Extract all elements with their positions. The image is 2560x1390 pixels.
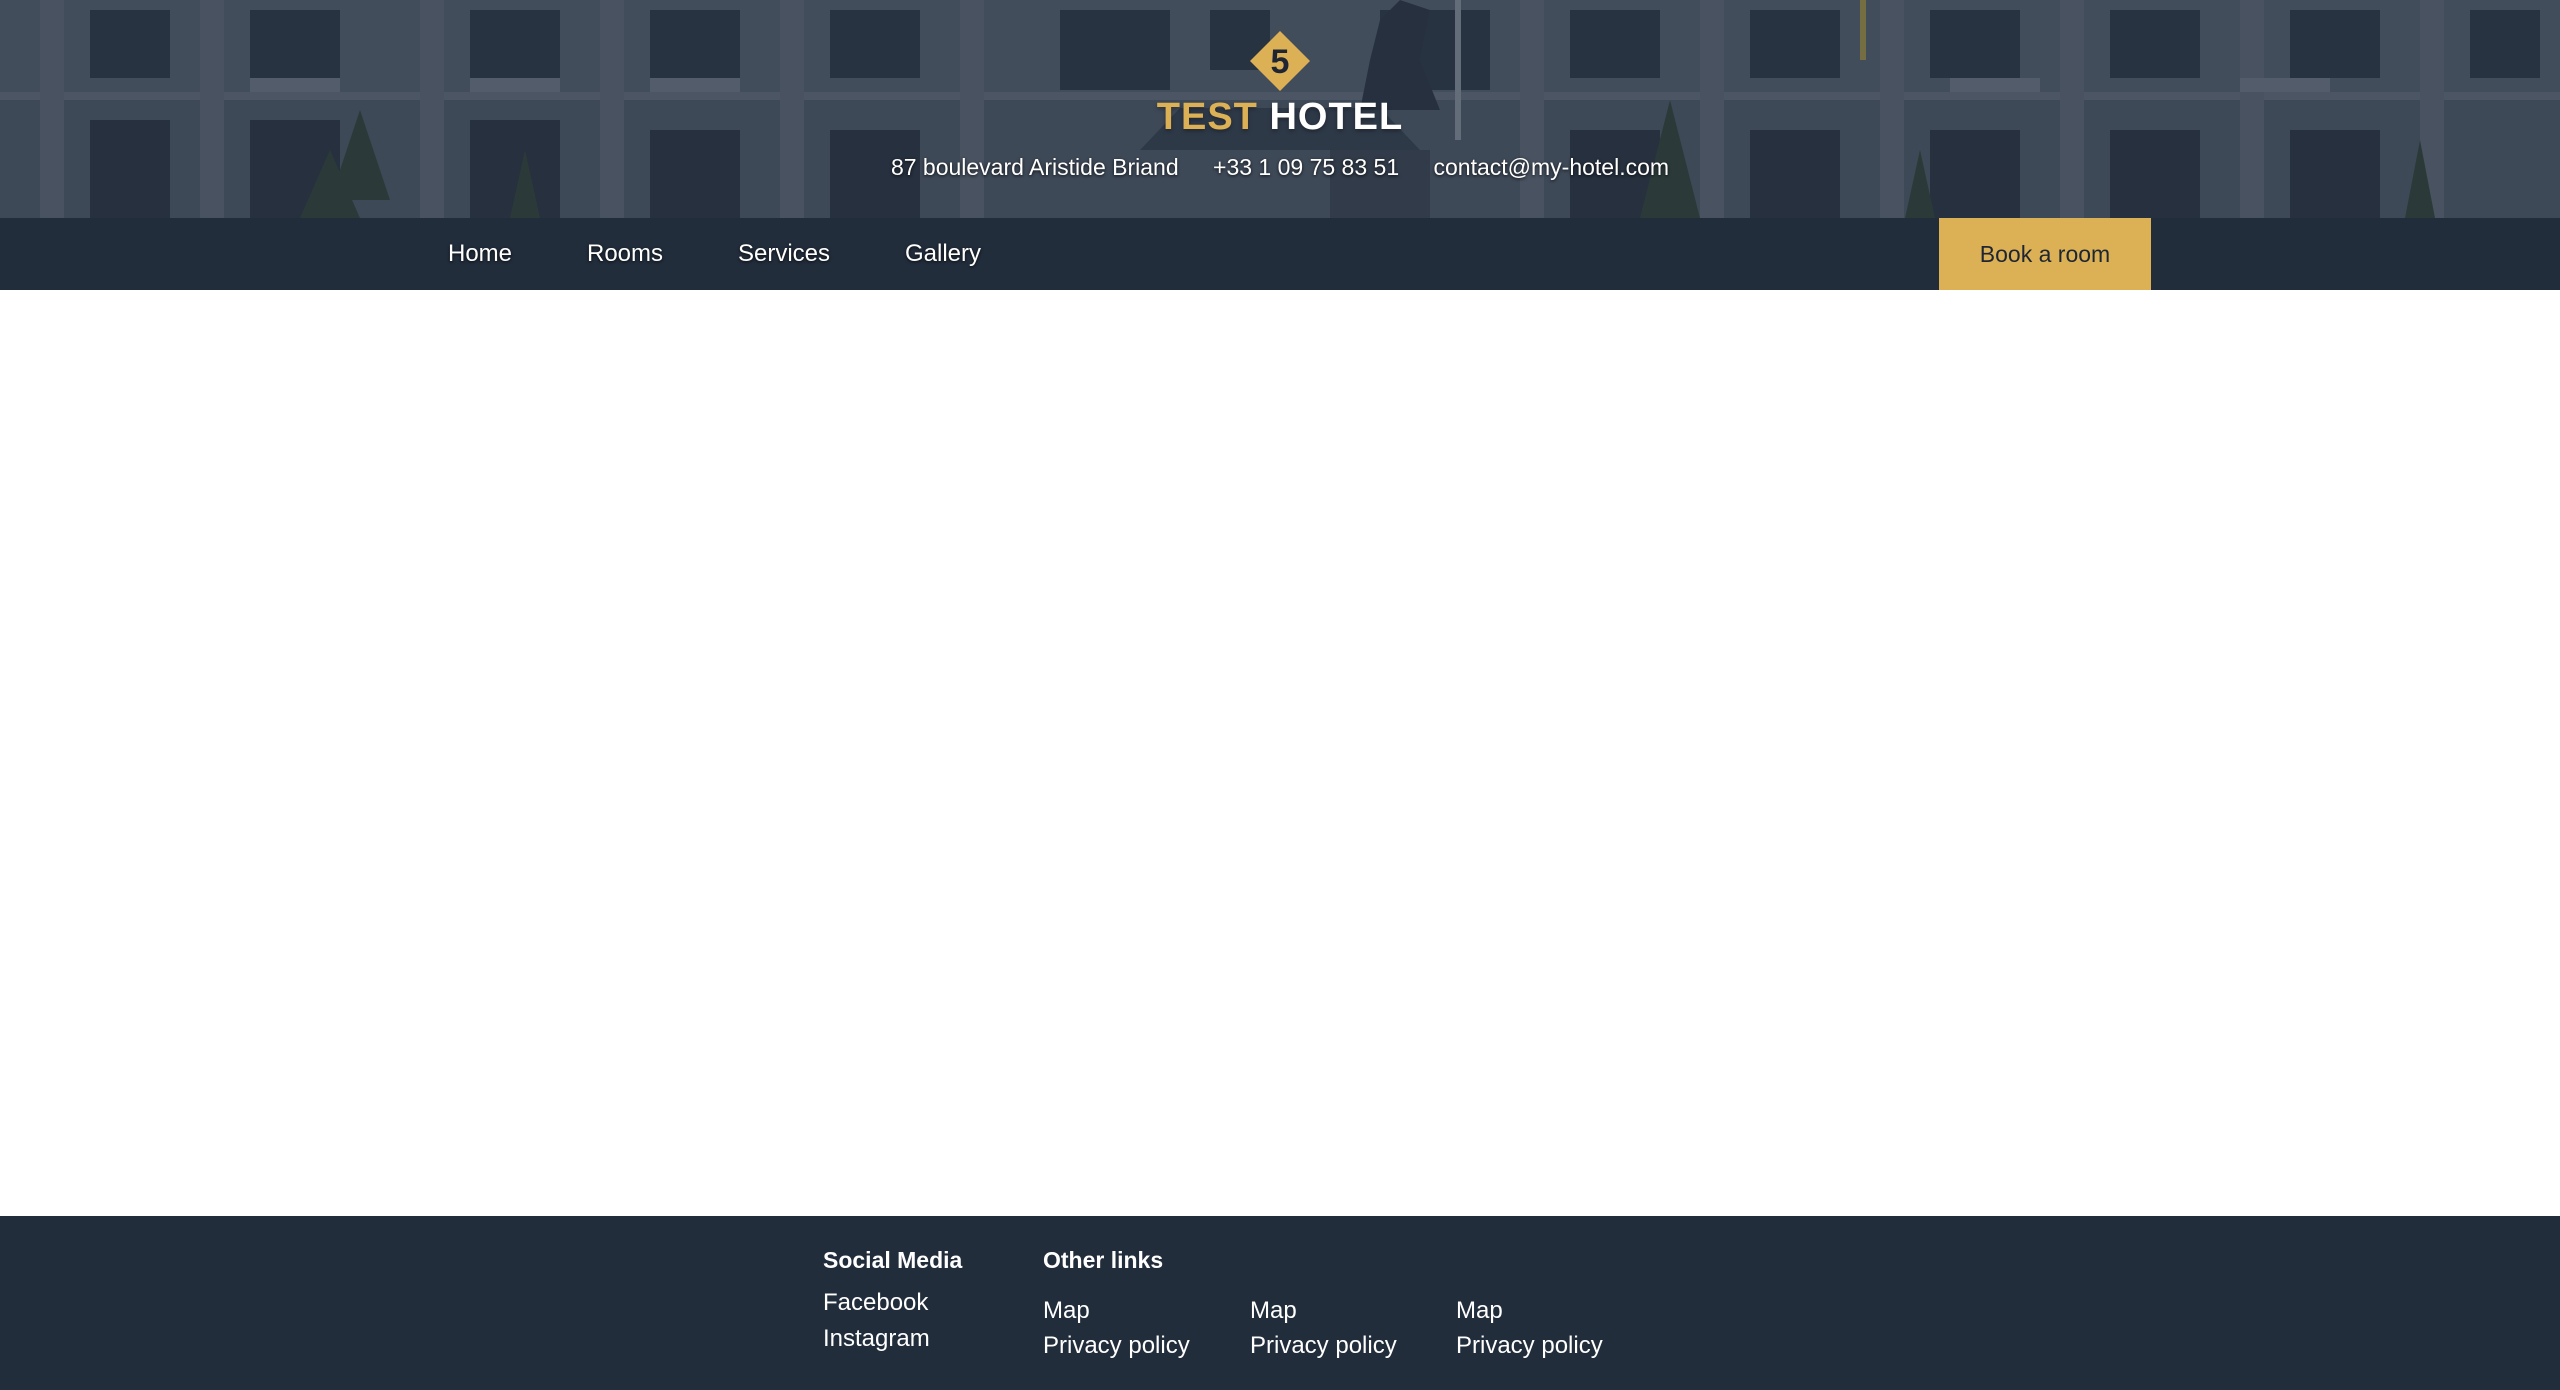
contact-email[interactable]: contact@my-hotel.com <box>1434 154 1670 180</box>
map-link[interactable]: Map <box>1250 1297 1297 1325</box>
book-room-button[interactable]: Book a room <box>1939 218 2151 290</box>
privacy-policy-link[interactable]: Privacy policy <box>1456 1332 1603 1360</box>
main-nav: Home Rooms Services Gallery Book a room <box>0 218 2560 290</box>
nav-item-home[interactable]: Home <box>448 218 512 290</box>
instagram-link[interactable]: Instagram <box>823 1325 930 1353</box>
contact-address: 87 boulevard Aristide Briand <box>890 154 1179 180</box>
hotel-name: TEST HOTEL <box>0 96 2560 139</box>
nav-item-gallery[interactable]: Gallery <box>905 218 981 290</box>
contact-info: 87 boulevard Aristide Briand +33 1 09 75… <box>0 154 2560 181</box>
hero-header: 5 TEST HOTEL 87 boulevard Aristide Brian… <box>0 0 2560 218</box>
map-link[interactable]: Map <box>1043 1297 1090 1325</box>
nav-item-services[interactable]: Services <box>738 218 830 290</box>
other-links-heading: Other links <box>1043 1247 1164 1273</box>
logo-number: 5 <box>1271 43 1290 81</box>
privacy-policy-link[interactable]: Privacy policy <box>1250 1332 1397 1360</box>
privacy-policy-link[interactable]: Privacy policy <box>1043 1332 1190 1360</box>
diamond-five-icon: 5 <box>1250 31 1310 91</box>
footer: Social Media Facebook Instagram Other li… <box>0 1216 2560 1390</box>
map-link[interactable]: Map <box>1456 1297 1503 1325</box>
hotel-name-part1: TEST <box>1156 96 1258 138</box>
facebook-link[interactable]: Facebook <box>823 1289 928 1317</box>
contact-phone[interactable]: +33 1 09 75 83 51 <box>1213 154 1399 180</box>
social-media-heading: Social Media <box>823 1247 963 1273</box>
nav-item-rooms[interactable]: Rooms <box>587 218 663 290</box>
hotel-name-part2: HOTEL <box>1269 96 1404 138</box>
